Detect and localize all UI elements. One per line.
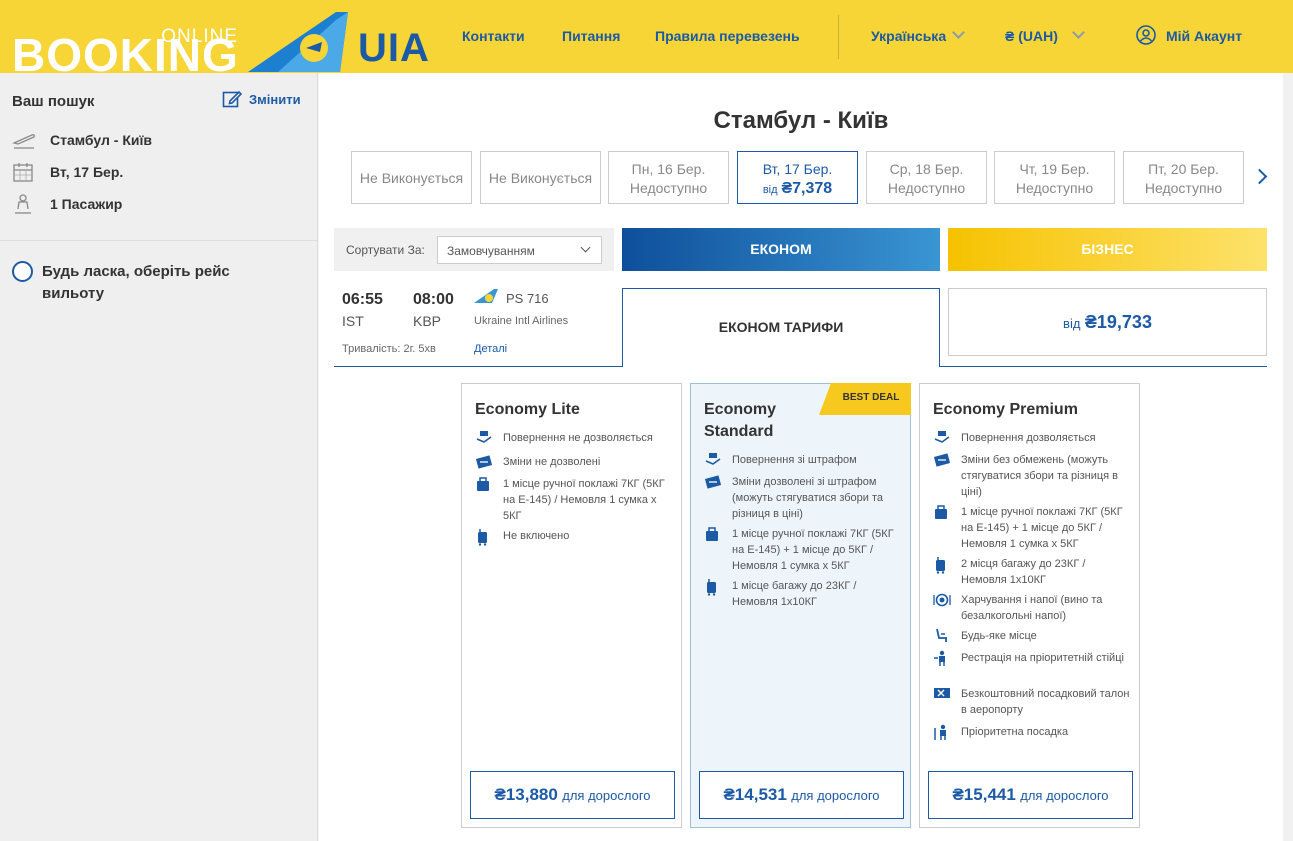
flight-details-link[interactable]: Деталі [474, 343, 507, 355]
boarding-pass-icon [934, 688, 950, 698]
fare-feature: Зміни не дозволені [475, 454, 673, 470]
fare-name: Economy Premium [933, 401, 1078, 418]
arrival-time: 08:00 [413, 291, 454, 308]
fares-underline [940, 366, 1267, 367]
nav-rules[interactable]: Правила перевезень [655, 28, 800, 44]
priority-boarding-icon [934, 724, 946, 740]
chevron-down-icon [580, 242, 591, 253]
flight-info: 06:55 IST 08:00 KBP PS 716 Ukraine Intl … [334, 283, 622, 367]
date-card[interactable]: Не Виконується [480, 151, 601, 204]
airline-name: Ukraine Intl Airlines [474, 315, 569, 327]
choose-flight-prompt: Будь ласка, оберіть рейс вильоту [42, 263, 230, 302]
chevron-down-icon [1072, 26, 1085, 39]
best-deal-badge: BEST DEAL [819, 383, 911, 415]
departure-airport: IST [342, 313, 364, 329]
tab-business[interactable]: БІЗНЕС [948, 228, 1267, 271]
fare-feature: 1 місце ручної поклажі 7КГ (5КГ на E-145… [475, 476, 673, 524]
fare-feature: 1 місце ручної поклажі 7КГ (5КГ на E-145… [704, 526, 902, 574]
fare-feature: Пріоритетна посадка [933, 724, 1131, 740]
fare-feature: Зміни дозволені зі штрафом (можуть стягу… [704, 474, 902, 522]
select-fare-standard-button[interactable]: ₴14,531 для дорослого [699, 771, 904, 819]
date-card-selected[interactable]: Вт, 17 Бер. від ₴7,378 [737, 151, 858, 204]
main-content: Стамбул - Київ Не Виконується Не Виконує… [319, 73, 1283, 841]
fare-feature: Повернення не дозволяється [475, 430, 673, 446]
select-fare-lite-button[interactable]: ₴13,880 для дорослого [470, 771, 675, 819]
user-icon [1136, 25, 1156, 45]
edit-icon [222, 90, 242, 108]
fare-feature: 1 місце ручної поклажі 7КГ (5КГ на E-145… [933, 504, 1131, 552]
date-card[interactable]: Пт, 20 Бер. Недоступно [1123, 151, 1244, 204]
fare-feature: 2 місця багажу до 23КГ / Немовля 1х10КГ [933, 556, 1131, 588]
fare-feature: Зміни без обмежень (можуть стягуватися з… [933, 452, 1131, 500]
fare-feature: Не включено [475, 528, 673, 546]
chevron-down-icon [952, 26, 965, 39]
date-card[interactable]: Не Виконується [351, 151, 472, 204]
priority-checkin-icon [934, 650, 945, 666]
plane-takeoff-icon [12, 134, 35, 149]
fare-feature: Рестрація на пріоритетній стійці [933, 650, 1131, 666]
nav-divider [838, 15, 839, 59]
hand-bag-icon [706, 527, 718, 541]
airline-logo-icon [474, 289, 498, 303]
luggage-icon [936, 557, 945, 574]
nav-faq[interactable]: Питання [562, 28, 620, 44]
fare-name: Economy Standard [704, 401, 777, 440]
fare-feature: 1 місце багажу до 23КГ / Немовля 1х10КГ [704, 578, 902, 610]
luggage-icon [478, 529, 487, 546]
passenger-icon [15, 194, 31, 214]
calendar-icon [13, 163, 33, 182]
fare-name: Economy Lite [475, 401, 580, 418]
ticket-change-icon [933, 453, 951, 467]
currency-select[interactable]: ₴ (UAH) [1005, 26, 1085, 44]
fare-feature: Харчування і напої (вино та безалкогольн… [933, 592, 1131, 624]
fare-feature: Повернення дозволяється [933, 430, 1131, 446]
uia-tail-logo-icon [248, 12, 348, 72]
uia-logo[interactable]: UIA [358, 26, 430, 70]
flight-duration: Тривалість: 2г. 5хв [342, 343, 436, 355]
refund-icon [934, 431, 950, 443]
fare-feature: Будь-яке місце [933, 628, 1131, 644]
booking-online-logo[interactable]: ONLINE BOOKING [12, 26, 252, 74]
flight-number: PS 716 [506, 291, 549, 306]
search-sidebar: Ваш пошук Змінити Стамбул - Київ Вт, 17 … [0, 73, 318, 841]
sidebar-divider [0, 240, 318, 241]
fare-card-economy-standard: BEST DEAL Economy Standard Повернення зі… [690, 383, 911, 828]
date-card[interactable]: Ср, 18 Бер. Недоступно [866, 151, 987, 204]
arrival-airport: KBP [413, 313, 442, 329]
seat-icon [936, 628, 947, 642]
top-header: ONLINE BOOKING UIA Контакти Питання Прав… [0, 0, 1293, 74]
ticket-change-icon [704, 475, 722, 489]
ticket-change-icon [475, 455, 493, 469]
luggage-icon [707, 579, 716, 596]
next-dates-chevron-icon[interactable] [1251, 168, 1268, 185]
nav-contacts[interactable]: Контакти [462, 28, 525, 44]
select-fare-premium-button[interactable]: ₴15,441 для дорослого [928, 771, 1133, 819]
outbound-flight-radio[interactable] [12, 261, 33, 282]
sort-select[interactable]: Замовчуванням [437, 236, 602, 264]
fare-card-economy-premium: Economy Premium Повернення дозволяється … [919, 383, 1140, 828]
date-card[interactable]: Чт, 19 Бер. Недоступно [994, 151, 1115, 204]
business-price-button[interactable]: від ₴19,733 [948, 288, 1267, 356]
economy-fares-header[interactable]: ЕКОНОМ ТАРИФИ [622, 288, 940, 367]
date-card[interactable]: Пн, 16 Бер. Недоступно [608, 151, 729, 204]
page-title: Стамбул - Київ [713, 107, 889, 134]
fare-card-economy-lite: Economy Lite Повернення не дозволяється … [461, 383, 682, 828]
page-scrollbar[interactable] [1283, 73, 1293, 841]
search-title: Ваш пошук [12, 93, 95, 110]
fare-feature: Повернення зі штрафом [704, 452, 902, 468]
hand-bag-icon [477, 477, 489, 491]
refund-icon [476, 431, 492, 443]
departure-time: 06:55 [342, 291, 383, 308]
tab-economy[interactable]: ЕКОНОМ [622, 228, 940, 271]
fare-feature: Безкоштовний посадковий талон в аеропорт… [933, 686, 1131, 718]
hand-bag-icon [935, 505, 947, 519]
refund-icon [705, 453, 721, 465]
language-select[interactable]: Українська [871, 26, 965, 44]
meal-icon [933, 593, 951, 607]
sort-box: Сортувати За: Замовчуванням [334, 228, 614, 271]
